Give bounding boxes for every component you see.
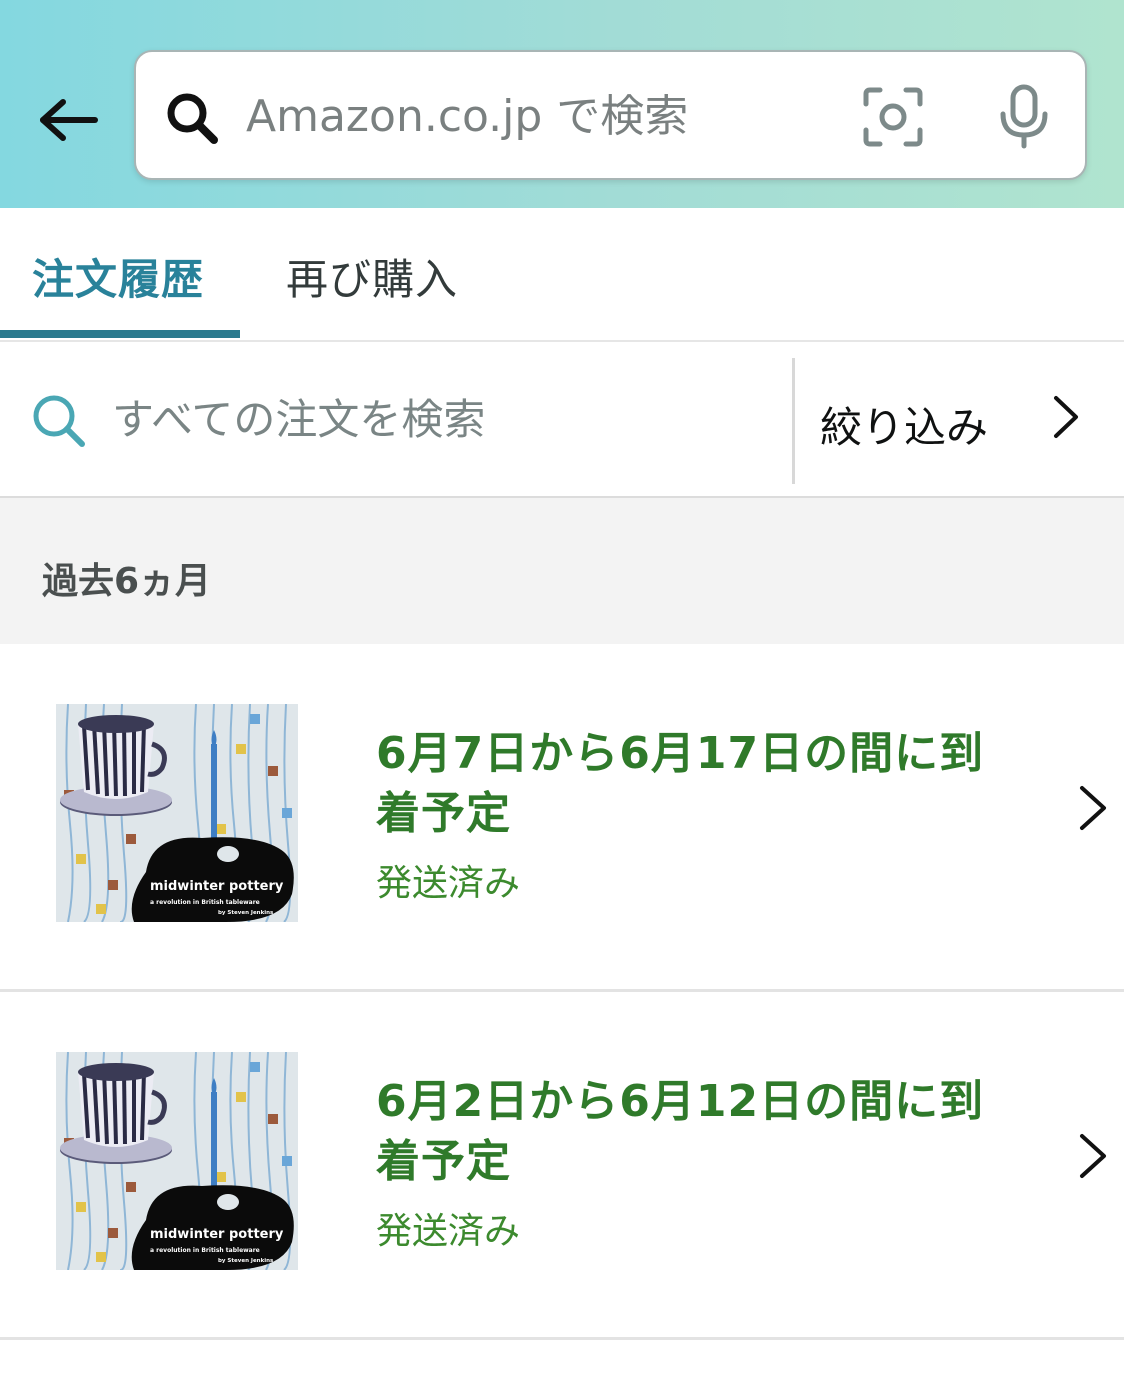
camera-icon[interactable] xyxy=(862,86,924,148)
filter-label: 絞り込み xyxy=(820,403,989,452)
product-thumbnail: midwinter pottery a revolution in Britis… xyxy=(56,1052,298,1270)
back-button[interactable] xyxy=(30,82,106,158)
chevron-right-icon xyxy=(1080,786,1106,830)
microphone-icon[interactable] xyxy=(996,84,1052,150)
chevron-right-icon xyxy=(1080,1134,1106,1178)
section-header: 過去6ヵ月 xyxy=(0,498,1124,644)
shipping-status: 発送済み xyxy=(376,863,521,904)
order-tabs: 注文履歴 再び購入 xyxy=(0,208,1124,342)
order-search-bar: 絞り込み xyxy=(0,342,1124,498)
product-thumbnail: midwinter pottery a revolution in Britis… xyxy=(56,704,298,922)
order-search-input[interactable] xyxy=(112,386,772,452)
book-author: by Steven Jenkins xyxy=(218,1258,274,1264)
tab-order-history[interactable]: 注文履歴 xyxy=(32,246,204,307)
section-title: 過去6ヵ月 xyxy=(42,561,212,602)
chevron-right-icon xyxy=(1054,396,1078,438)
order-item[interactable]: midwinter pottery a revolution in Britis… xyxy=(0,992,1124,1340)
tab-buy-again[interactable]: 再び購入 xyxy=(286,246,458,307)
search-icon xyxy=(33,395,85,447)
order-item[interactable]: midwinter pottery a revolution in Britis… xyxy=(0,644,1124,992)
amazon-search-bar[interactable] xyxy=(134,50,1087,180)
search-icon xyxy=(167,93,218,144)
amazon-search-input[interactable] xyxy=(246,78,846,154)
delivery-estimate: 6月2日から6月12日の間に到着予定 xyxy=(376,1076,985,1187)
back-arrow-icon xyxy=(40,99,98,141)
book-author: by Steven Jenkins xyxy=(218,910,274,916)
divider xyxy=(792,358,795,484)
delivery-estimate: 6月7日から6月17日の間に到着予定 xyxy=(376,728,985,839)
book-title: midwinter pottery xyxy=(150,1227,284,1242)
book-title: midwinter pottery xyxy=(150,879,284,894)
book-subtitle: a revolution in British tableware xyxy=(150,899,260,906)
book-subtitle: a revolution in British tableware xyxy=(150,1247,260,1254)
shipping-status: 発送済み xyxy=(376,1211,521,1252)
app-header xyxy=(0,0,1124,208)
active-tab-indicator xyxy=(0,330,240,338)
filter-button[interactable]: 絞り込み xyxy=(796,342,1124,496)
